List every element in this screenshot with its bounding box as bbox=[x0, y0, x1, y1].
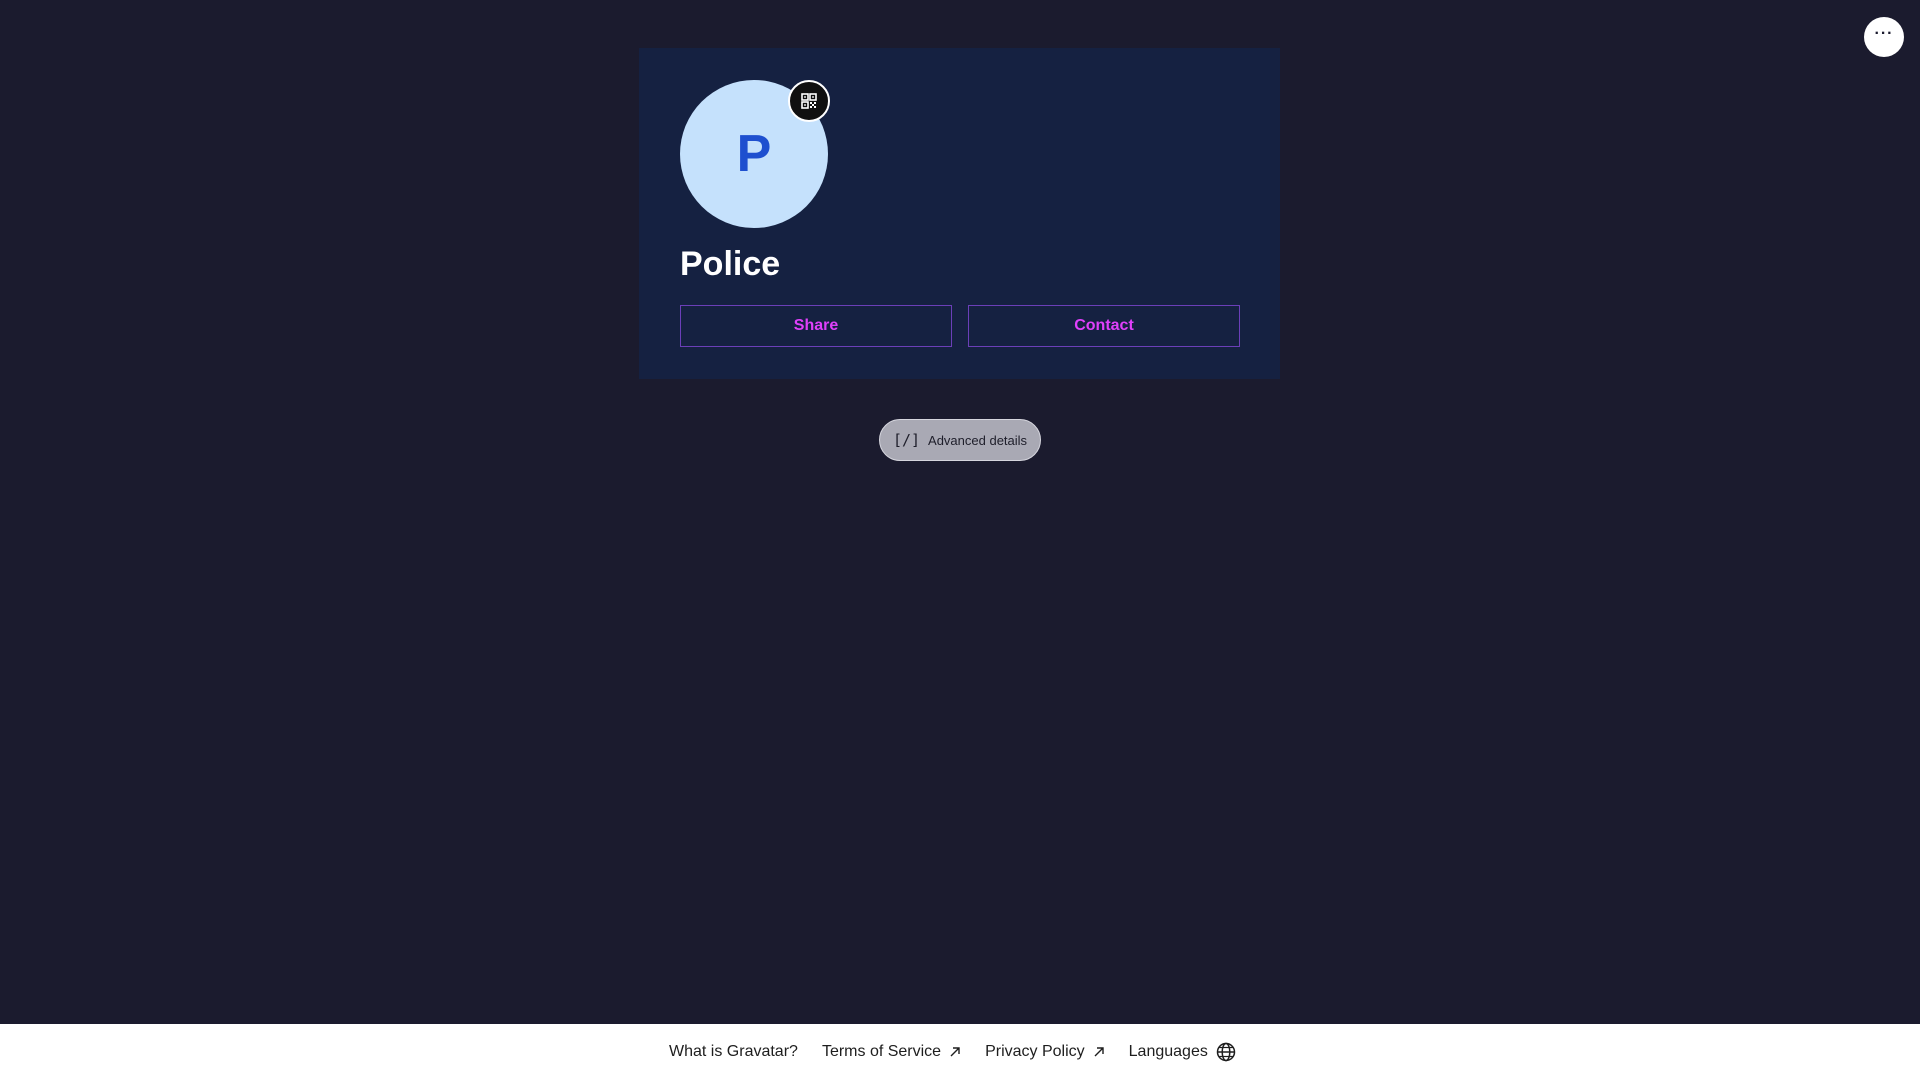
globe-icon bbox=[1216, 1042, 1236, 1062]
footer-link-privacy[interactable]: Privacy Policy bbox=[985, 1043, 1105, 1061]
footer-link-languages[interactable]: Languages bbox=[1129, 1042, 1236, 1062]
profile-card: P Police Share Contact bbox=[639, 48, 1280, 379]
qr-code-button[interactable] bbox=[788, 80, 830, 122]
avatar-initial: P bbox=[736, 125, 772, 183]
qr-code-icon bbox=[801, 93, 817, 109]
footer-link-label: What is Gravatar? bbox=[669, 1043, 798, 1060]
advanced-details-label: Advanced details bbox=[928, 432, 1028, 448]
footer-link-what-is-gravatar[interactable]: What is Gravatar? bbox=[669, 1043, 798, 1061]
share-button[interactable]: Share bbox=[680, 305, 952, 347]
footer-link-label: Languages bbox=[1128, 1043, 1208, 1060]
advanced-details-button[interactable]: [/] Advanced details bbox=[879, 419, 1041, 461]
more-options-label: ··· bbox=[1874, 25, 1894, 42]
footer-links: What is Gravatar? Terms of Service Priva… bbox=[669, 1042, 1236, 1062]
footer: What is Gravatar? Terms of Service Priva… bbox=[0, 1024, 1920, 1080]
code-icon: [/] bbox=[892, 431, 921, 449]
profile-page: ··· P Police Share Contact [/] Advanced … bbox=[0, 0, 1920, 1080]
footer-link-terms[interactable]: Terms of Service bbox=[822, 1043, 961, 1061]
footer-link-label: Terms of Service bbox=[821, 1043, 942, 1060]
footer-link-label: Privacy Policy bbox=[985, 1043, 1085, 1060]
display-name: Police bbox=[680, 245, 781, 283]
contact-button[interactable]: Contact bbox=[968, 305, 1240, 347]
external-arrow-icon bbox=[1093, 1046, 1105, 1058]
more-options-button[interactable]: ··· bbox=[1864, 17, 1904, 57]
external-arrow-icon bbox=[949, 1046, 961, 1058]
